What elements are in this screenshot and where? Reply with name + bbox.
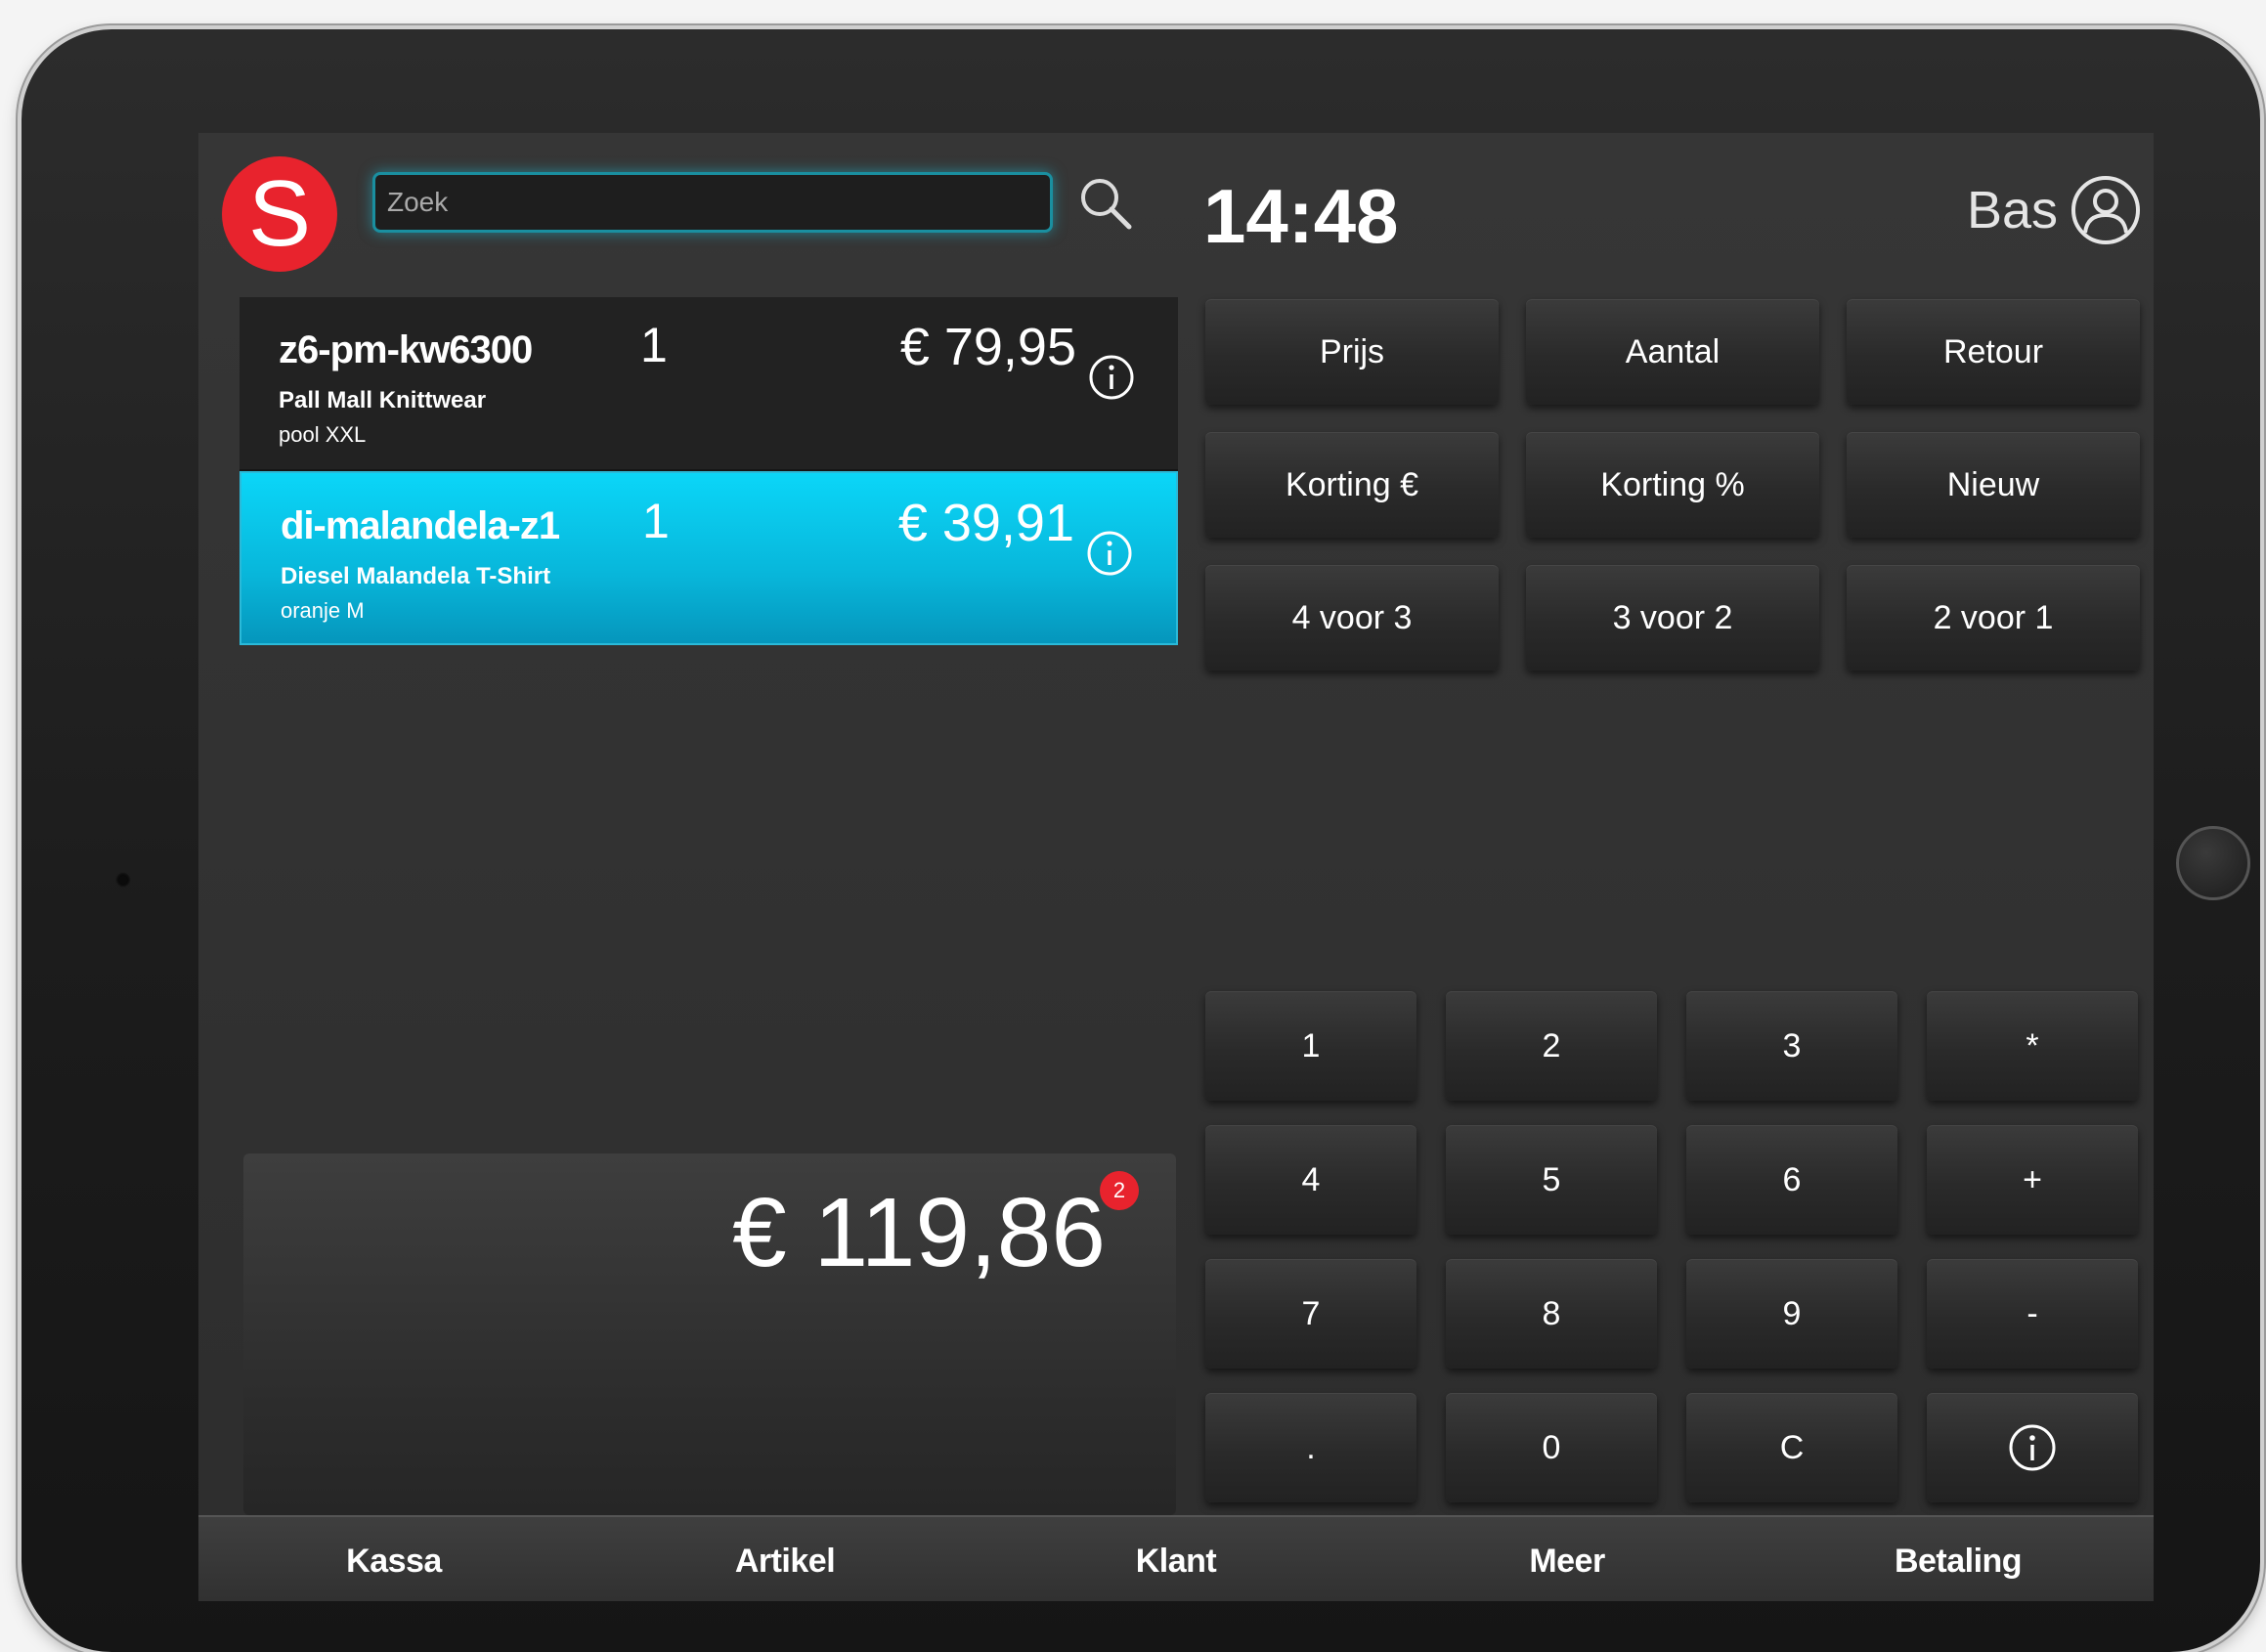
nav-meer[interactable]: Meer — [1372, 1543, 1763, 1581]
search-icon[interactable] — [1078, 176, 1133, 231]
key-decimal[interactable]: . — [1205, 1393, 1416, 1502]
total-panel: € 119,86 2 — [243, 1153, 1176, 1515]
key-7[interactable]: 7 — [1205, 1259, 1416, 1369]
info-icon — [2009, 1424, 2056, 1471]
line-description: Pall Mall Knittwear — [279, 387, 487, 413]
item-count-badge: 2 — [1100, 1171, 1139, 1210]
line-price: € 79,95 — [899, 318, 1076, 376]
key-1[interactable]: 1 — [1205, 991, 1416, 1101]
receipt-line-selected[interactable]: di-malandela-z1 1 € 39,91 Diesel Malande… — [240, 471, 1178, 645]
total-amount: € 119,86 — [732, 1178, 1106, 1287]
key-plus[interactable]: + — [1927, 1125, 2138, 1235]
key-8[interactable]: 8 — [1446, 1259, 1657, 1369]
clock: 14:48 — [1203, 173, 1399, 259]
nav-klant[interactable]: Klant — [980, 1543, 1372, 1581]
new-button[interactable]: Nieuw — [1847, 432, 2140, 538]
line-quantity: 1 — [642, 494, 670, 548]
return-button[interactable]: Retour — [1847, 299, 2140, 405]
line-article-code: z6-pm-kw6300 — [279, 328, 533, 371]
discount-amount-button[interactable]: Korting € — [1205, 432, 1499, 538]
discount-percent-button[interactable]: Korting % — [1526, 432, 1819, 538]
tablet-frame: S Zoek 14:48 Bas z6-pm-kw6300 1 € 79,95 … — [22, 29, 2260, 1652]
nav-artikel[interactable]: Artikel — [589, 1543, 980, 1581]
bottom-navigation: Kassa Artikel Klant Meer Betaling — [198, 1515, 2154, 1601]
line-price: € 39,91 — [897, 494, 1074, 552]
promo-3-for-2-button[interactable]: 3 voor 2 — [1526, 565, 1819, 671]
pos-screen: S Zoek 14:48 Bas z6-pm-kw6300 1 € 79,95 … — [198, 133, 2154, 1601]
key-9[interactable]: 9 — [1686, 1259, 1897, 1369]
app-logo: S — [222, 156, 337, 272]
receipt-line[interactable]: z6-pm-kw6300 1 € 79,95 Pall Mall Knittwe… — [240, 297, 1178, 471]
line-variant: oranje M — [281, 598, 365, 623]
key-5[interactable]: 5 — [1446, 1125, 1657, 1235]
home-button[interactable] — [2176, 826, 2250, 900]
key-info[interactable] — [1927, 1393, 2138, 1502]
info-icon[interactable] — [1088, 354, 1135, 401]
key-clear[interactable]: C — [1686, 1393, 1897, 1502]
key-minus[interactable]: - — [1927, 1259, 2138, 1369]
line-description: Diesel Malandela T-Shirt — [281, 563, 551, 589]
price-button[interactable]: Prijs — [1205, 299, 1499, 405]
key-4[interactable]: 4 — [1205, 1125, 1416, 1235]
line-article-code: di-malandela-z1 — [281, 504, 560, 547]
nav-kassa[interactable]: Kassa — [198, 1543, 589, 1581]
camera-dot — [115, 872, 131, 888]
info-icon[interactable] — [1086, 530, 1133, 577]
key-multiply[interactable]: * — [1927, 991, 2138, 1101]
line-variant: pool XXL — [279, 422, 367, 447]
nav-betaling[interactable]: Betaling — [1763, 1543, 2154, 1581]
promo-2-for-1-button[interactable]: 2 voor 1 — [1847, 565, 2140, 671]
promo-4-for-3-button[interactable]: 4 voor 3 — [1205, 565, 1499, 671]
user-avatar-icon — [2071, 176, 2140, 244]
user-name: Bas — [1966, 181, 2058, 239]
key-6[interactable]: 6 — [1686, 1125, 1897, 1235]
key-2[interactable]: 2 — [1446, 991, 1657, 1101]
search-input[interactable]: Zoek — [372, 172, 1053, 233]
quantity-button[interactable]: Aantal — [1526, 299, 1819, 405]
line-quantity: 1 — [640, 318, 668, 372]
user-menu[interactable]: Bas — [1967, 174, 2142, 246]
key-0[interactable]: 0 — [1446, 1393, 1657, 1502]
key-3[interactable]: 3 — [1686, 991, 1897, 1101]
